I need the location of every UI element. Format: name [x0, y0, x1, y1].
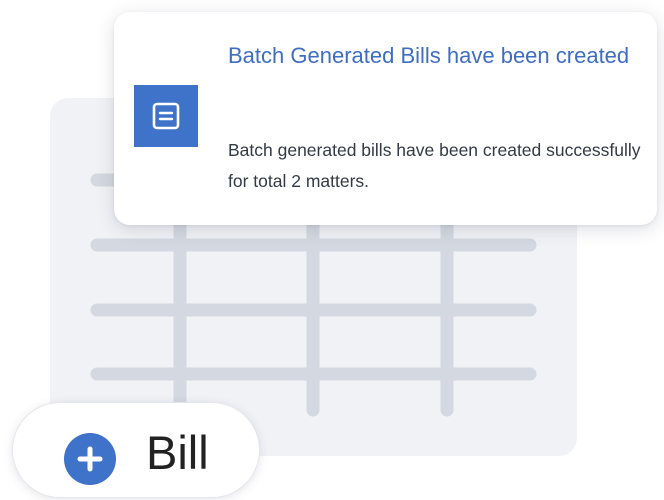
add-bill-button[interactable]: Bill [12, 402, 260, 498]
document-icon [134, 85, 198, 147]
notification-message: Batch generated bills have been created … [228, 140, 641, 191]
plus-circle-icon [64, 433, 116, 485]
bill-button-label: Bill [146, 426, 209, 479]
notification-title: Batch Generated Bills have been created [228, 43, 630, 68]
notification-toast[interactable]: Batch Generated Bills have been created … [114, 12, 657, 225]
